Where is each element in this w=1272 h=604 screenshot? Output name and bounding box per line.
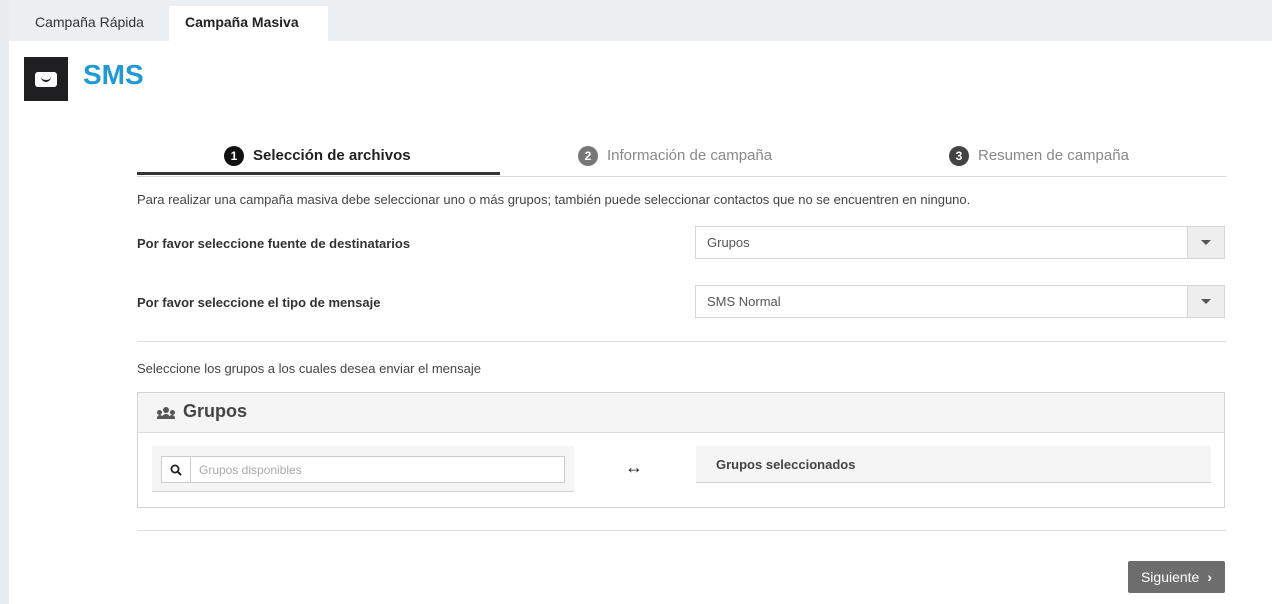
groups-prompt: Seleccione los grupos a los cuales desea… [137,361,481,376]
divider [137,530,1226,531]
step-label: Resumen de campaña [978,147,1129,164]
message-type-value: SMS Normal [707,294,781,309]
page-title: SMS [83,59,144,90]
active-step-indicator [137,172,500,175]
step-resumen-campana[interactable]: 3 Resumen de campaña [949,137,1129,174]
step-label: Información de campaña [607,147,773,164]
available-groups [152,446,574,492]
groups-panel-header: Grupos [138,393,1224,433]
users-icon [157,407,175,419]
groups-panel-title: Grupos [183,401,248,421]
tab-bar: Campaña Rápida Campaña Masiva [9,0,1272,41]
groups-search-input[interactable] [191,457,563,482]
step-number: 2 [578,145,598,166]
step-number: 3 [949,145,969,166]
tab-campana-rapida[interactable]: Campaña Rápida [19,6,167,41]
selected-groups-title: Grupos seleccionados [716,457,856,472]
left-rail [0,0,9,604]
selected-groups: Grupos seleccionados [696,446,1211,483]
source-select-value: Grupos [707,235,750,250]
message-type-label: Por favor seleccione el tipo de mensaje [137,295,381,310]
message-type-select[interactable]: SMS Normal [695,285,1225,318]
wizard-steps: 1 Selección de archivos 2 Información de… [137,137,1226,177]
divider [137,341,1226,342]
search-icon[interactable] [162,457,191,482]
source-label: Por favor seleccione fuente de destinata… [137,236,411,251]
search-box [161,456,565,483]
next-button-label: Siguiente [1140,569,1200,585]
step-seleccion-archivos[interactable]: 1 Selección de archivos [224,137,411,174]
step-label: Selección de archivos [253,147,411,164]
chevron-down-icon[interactable] [1187,227,1224,258]
chevron-down-icon[interactable] [1187,286,1224,317]
step-informacion-campana[interactable]: 2 Información de campaña [578,137,772,174]
chevron-right-icon: › [1207,569,1213,585]
groups-panel: Grupos ↔ Grupos seleccionados [137,392,1225,508]
next-button[interactable]: Siguiente › [1128,561,1225,593]
message-icon [24,57,68,101]
tab-campana-masiva[interactable]: Campaña Masiva [169,6,328,41]
intro-text: Para realizar una campaña masiva debe se… [137,192,971,207]
step-number: 1 [224,145,244,166]
source-select[interactable]: Grupos [695,226,1225,259]
transfer-arrows-icon: ↔ [625,457,643,477]
